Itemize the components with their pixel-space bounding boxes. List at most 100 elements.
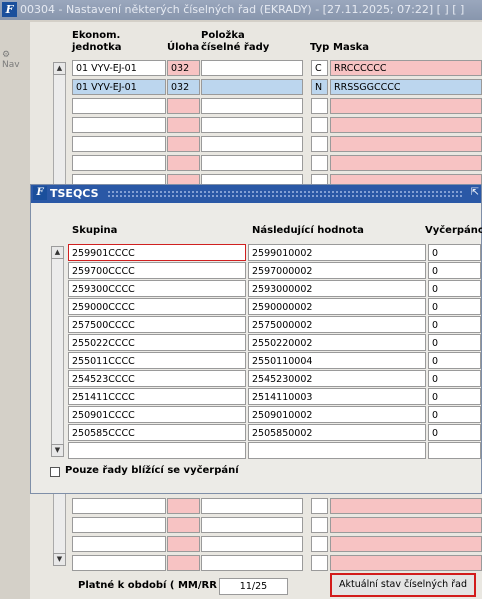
vycerpano-field[interactable]: 0 [428,298,481,315]
maska-field[interactable] [330,555,482,571]
nasledujici-field[interactable]: 2550220002 [248,334,426,351]
vycerpano-field[interactable]: 0 [428,370,481,387]
ekonom-field[interactable]: 01 VYV-EJ-01 [72,79,166,95]
ekonom-field[interactable] [72,517,166,533]
skupina-field[interactable]: 259901CCCC [68,244,246,261]
ekonom-field[interactable] [72,155,166,171]
vycerpano-field[interactable]: 0 [428,388,481,405]
maska-field[interactable] [330,517,482,533]
nasledujici-field[interactable] [248,442,426,459]
maska-field[interactable] [330,136,482,152]
uloha-field[interactable] [167,155,200,171]
dialog-scrollbar-track[interactable] [51,259,64,444]
uloha-field[interactable]: 032 [167,79,200,95]
nasledujici-field[interactable]: 2590000002 [248,298,426,315]
nasledujici-field[interactable]: 2599010002 [248,244,426,261]
ekonom-field[interactable] [72,98,166,114]
vycerpano-field[interactable]: 0 [428,316,481,333]
nasledujici-field[interactable]: 2545230002 [248,370,426,387]
nasledujici-field[interactable]: 2593000002 [248,280,426,297]
status-button[interactable]: Aktuální stav číselných řad [330,573,476,597]
nav-button[interactable]: ⚙ Nav [2,50,30,70]
scroll-up-button[interactable]: ▲ [53,62,66,75]
uloha-field[interactable] [167,517,200,533]
uloha-field[interactable] [167,536,200,552]
nasledujici-field[interactable]: 2509010002 [248,406,426,423]
skupina-field[interactable]: 255011CCCC [68,352,246,369]
ekonom-field[interactable] [72,498,166,514]
scroll-down-button[interactable]: ▼ [53,553,66,566]
polozka-field[interactable] [201,136,303,152]
uloha-field[interactable] [167,98,200,114]
skupina-field[interactable]: 259000CCCC [68,298,246,315]
maska-field[interactable] [330,536,482,552]
vycerpano-field[interactable]: 0 [428,334,481,351]
dialog-title-bar[interactable]: F TSEQCS ⇱ [31,185,481,203]
nasledujici-field[interactable]: 2505850002 [248,424,426,441]
skupina-field[interactable]: 250585CCCC [68,424,246,441]
polozka-field[interactable] [201,555,303,571]
polozka-field[interactable] [201,536,303,552]
polozka-field[interactable] [201,98,303,114]
dialog-scroll-down-button[interactable]: ▼ [51,444,64,457]
maska-field[interactable]: RRSSGGCCCC [330,79,482,95]
maska-field[interactable] [330,155,482,171]
near-exhaustion-checkbox[interactable] [50,467,60,477]
typ-field[interactable] [311,136,328,152]
uloha-field[interactable] [167,498,200,514]
skupina-field[interactable]: 259300CCCC [68,280,246,297]
typ-field[interactable] [311,98,328,114]
maska-field[interactable] [330,498,482,514]
polozka-field[interactable] [201,517,303,533]
skupina-field[interactable]: 259700CCCC [68,262,246,279]
skupina-field[interactable]: 254523CCCC [68,370,246,387]
uloha-field[interactable] [167,136,200,152]
col-header-uloha: Úloha [167,42,200,53]
skupina-field[interactable] [68,442,246,459]
typ-field[interactable] [311,536,328,552]
ekonom-field[interactable]: 01 VYV-EJ-01 [72,60,166,76]
typ-field[interactable] [311,117,328,133]
maska-field[interactable] [330,98,482,114]
polozka-field[interactable] [201,155,303,171]
skupina-field[interactable]: 250901CCCC [68,406,246,423]
nasledujici-field[interactable]: 2575000002 [248,316,426,333]
vycerpano-field[interactable]: 0 [428,424,481,441]
polozka-field[interactable] [201,498,303,514]
period-label: Platné k období ( MM/RR ) [78,580,225,591]
typ-field[interactable] [311,498,328,514]
polozka-field[interactable] [201,79,303,95]
ekonom-field[interactable] [72,555,166,571]
nasledujici-field[interactable]: 2597000002 [248,262,426,279]
vycerpano-field[interactable]: 0 [428,280,481,297]
uloha-field[interactable] [167,555,200,571]
skupina-field[interactable]: 251411CCCC [68,388,246,405]
vycerpano-field[interactable]: 0 [428,244,481,261]
typ-field[interactable] [311,555,328,571]
period-field[interactable]: 11/25 [219,578,288,595]
ekonom-field[interactable] [72,136,166,152]
uloha-field[interactable] [167,117,200,133]
dialog-scroll-up-button[interactable]: ▲ [51,246,64,259]
vycerpano-field[interactable]: 0 [428,406,481,423]
skupina-field[interactable]: 255022CCCC [68,334,246,351]
typ-field[interactable]: N [311,79,328,95]
nasledujici-field[interactable]: 2514110003 [248,388,426,405]
polozka-field[interactable] [201,60,303,76]
vycerpano-field[interactable]: 0 [428,262,481,279]
vycerpano-field[interactable] [428,442,481,459]
maska-field[interactable] [330,117,482,133]
typ-field[interactable] [311,155,328,171]
nasledujici-field[interactable]: 2550110004 [248,352,426,369]
skupina-field[interactable]: 257500CCCC [68,316,246,333]
ekonom-field[interactable] [72,117,166,133]
uloha-field[interactable]: 032 [167,60,200,76]
resize-icon[interactable]: ⇱ [471,187,479,198]
polozka-field[interactable] [201,117,303,133]
maska-field[interactable]: RRCCCCCC [330,60,482,76]
ekonom-field[interactable] [72,536,166,552]
typ-field[interactable] [311,517,328,533]
vycerpano-field[interactable]: 0 [428,352,481,369]
dialog-logo-icon: F [33,186,47,200]
typ-field[interactable]: C [311,60,328,76]
